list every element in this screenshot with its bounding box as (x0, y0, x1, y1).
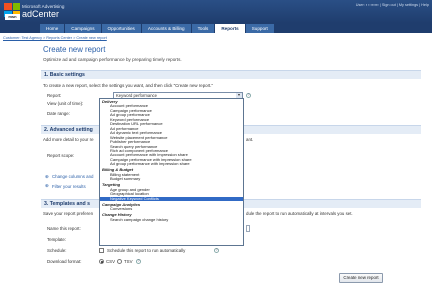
tab-tools[interactable]: Tools (191, 24, 215, 33)
tab-support[interactable]: Support (245, 24, 274, 33)
help-icon[interactable]: ? (214, 248, 219, 253)
page-subtitle: Optimize ad and campaign performance by … (43, 57, 182, 62)
breadcrumb[interactable]: Customer: Test Agency > Reports Center >… (3, 36, 107, 40)
date-range-label: Date range: (47, 111, 70, 116)
main-nav: Home Campaigns Opportunities Accounts & … (40, 24, 274, 33)
create-report-button[interactable]: Create new report (339, 273, 383, 283)
schedule-checkbox-label: Schedule this report to run automaticall… (107, 248, 186, 253)
dropdown-option[interactable]: Negative Keyword Conflicts (100, 196, 243, 202)
tab-campaigns[interactable]: Campaigns (65, 24, 101, 33)
section-basic-settings: 1. Basic settings (41, 70, 421, 79)
report-name-label: Name this report: (47, 226, 81, 231)
format-csv-radio[interactable] (99, 259, 104, 264)
section2-intro: Add more detail to your re (43, 137, 94, 142)
tab-reports[interactable]: Reports (215, 24, 245, 33)
help-icon[interactable]: ? (246, 93, 251, 98)
dropdown-option[interactable]: Search campaign change history (100, 217, 243, 222)
msn-badge: msn (5, 14, 20, 20)
app-header: msn Microsoft Advertising adCenter User:… (0, 0, 432, 23)
report-type-dropdown[interactable]: Delivery Account performance Campaign perf… (99, 98, 244, 246)
filter-icon: ⊕ (45, 183, 49, 188)
dropdown-option[interactable]: Budget summary (100, 176, 243, 181)
section1-intro: To create a new report, select the setti… (43, 83, 214, 88)
report-scope-label: Report scope: (47, 153, 75, 158)
help-icon[interactable]: ? (136, 259, 141, 264)
brand-title: adCenter (22, 9, 60, 19)
section3-intro-tail: dule the report to run automatically at … (246, 211, 353, 216)
download-format-label: Download format: (47, 259, 82, 264)
user-links[interactable]: User: ▪ ▪ ▪▪▪▪▪▪ | Sign out | My setting… (356, 3, 429, 7)
add-columns-icon: ⊕ (45, 174, 49, 179)
tab-opportunities[interactable]: Opportunities (101, 24, 141, 33)
schedule-label: Schedule: (47, 248, 67, 253)
format-tsv-radio[interactable] (117, 259, 122, 264)
view-label: View (unit of time): (47, 101, 84, 106)
tab-accounts-billing[interactable]: Accounts & Billing (141, 24, 191, 33)
report-label: Report: (47, 93, 62, 98)
change-columns-link[interactable]: Change columns and (52, 174, 94, 179)
dropdown-option[interactable]: Conversions (100, 206, 243, 211)
schedule-checkbox[interactable] (99, 248, 104, 253)
dropdown-option[interactable]: Ad group performance with impression sha… (100, 161, 243, 166)
section2-intro-tail: ant. (246, 137, 254, 142)
filter-results-link[interactable]: Filter your results (52, 184, 86, 189)
report-name-input[interactable] (246, 225, 250, 232)
section3-intro: Save your report preferen (43, 211, 94, 216)
format-csv-label: CSV (106, 259, 116, 264)
page-title: Create new report (43, 45, 106, 54)
format-tsv-label: TSV (124, 259, 133, 264)
template-label: Template: (47, 237, 67, 242)
tab-home[interactable]: Home (40, 24, 65, 33)
